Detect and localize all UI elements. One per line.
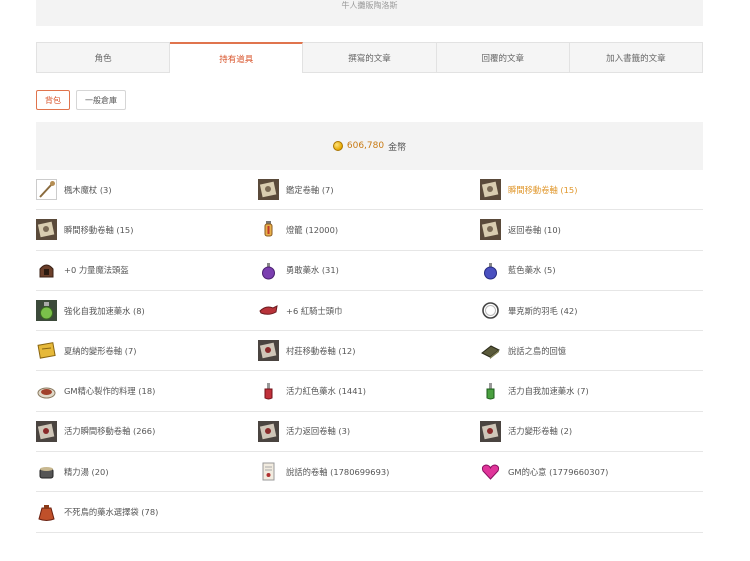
item-label: 活力自我加速藥水 (7) [508,386,589,397]
inventory-item[interactable]: 燈籠 (12000) [258,210,480,251]
item-label: 夏納的變形卷軸 (7) [64,345,137,356]
wand-icon [36,179,57,201]
bandana-icon [258,300,279,322]
inventory-item[interactable]: 返回卷軸 (10) [480,210,703,251]
item-label: +0 力量魔法頭盔 [64,265,129,276]
banner-text: 牛人攤販陶洛斯 [341,1,398,10]
inventory-item[interactable]: +6 紅騎士頭巾 [258,291,480,332]
item-label: 勇敢藥水 (31) [286,265,339,276]
dark-scroll-icon [480,420,501,442]
helmet-icon [36,259,57,281]
top-banner: 牛人攤販陶洛斯 [36,0,703,26]
inventory-item[interactable]: 活力瞬間移動卷軸 (266) [36,412,258,453]
tab-bookmarks[interactable]: 加入書籤的文章 [570,43,702,72]
tab-items[interactable]: 持有道具 [170,42,304,73]
green-jar-icon [36,300,57,322]
item-grid: 楓木魔杖 (3) 鑑定卷軸 (7) 瞬間移動卷軸 (15) 瞬間移動卷軸 (15) 燈籠… [36,170,703,533]
item-label: 活力變形卷軸 (2) [508,426,573,437]
red-potion-icon [258,380,279,402]
profile-tabs: 角色 持有道具 撰寫的文章 回覆的文章 加入書籤的文章 [36,42,703,73]
item-label: 說話之島的回憶 [508,345,567,356]
item-label: 精力湯 (20) [64,466,109,477]
feather-ring-icon [480,300,501,322]
pot-icon [36,461,57,483]
dark-scroll-icon [36,420,57,442]
tab-character[interactable]: 角色 [37,43,171,72]
item-label: 說話的卷軸 (1780699693) [286,466,390,477]
item-label: 返回卷軸 (10) [508,224,561,235]
inventory-item[interactable]: 活力返回卷軸 (3) [258,412,480,453]
item-label: 活力紅色藥水 (1441) [286,386,367,397]
book-icon [480,340,501,362]
inventory-item[interactable]: 強化自我加速藥水 (8) [36,291,258,332]
inventory-item[interactable]: 村莊移動卷軸 (12) [258,331,480,372]
heart-icon [480,461,501,483]
yellow-scroll-icon [36,340,57,362]
tab-replies[interactable]: 回覆的文章 [437,43,570,72]
item-label: 楓木魔杖 (3) [64,184,112,195]
scroll-icon [480,219,501,241]
item-label: 鑑定卷軸 (7) [286,184,334,195]
paper-scroll-icon [258,461,279,483]
item-label: 瞬間移動卷軸 (15) [64,224,134,235]
bag-icon [36,501,57,523]
tab-posts[interactable]: 撰寫的文章 [303,43,437,72]
dark-scroll-icon [258,340,279,362]
item-label: 不死鳥的藥水選擇袋 (78) [64,507,159,518]
scroll-icon [36,219,57,241]
inventory-item[interactable]: 說話之島的回憶 [480,331,703,372]
inventory-item[interactable]: 精力湯 (20) [36,452,258,493]
gold-unit: 金幣 [388,142,407,153]
empty-cell [480,492,703,533]
backpack-button[interactable]: 背包 [36,90,70,110]
item-label: +6 紅騎士頭巾 [286,305,343,316]
item-label: 瞬間移動卷軸 (15) [508,184,578,195]
inventory-item[interactable]: GM的心意 (1779660307) [480,452,703,493]
inventory-item[interactable]: +0 力量魔法頭盔 [36,251,258,291]
inventory-item[interactable]: 說話的卷軸 (1780699693) [258,452,480,493]
inventory-item[interactable]: 楓木魔杖 (3) [36,170,258,211]
inventory-item[interactable]: 不死鳥的藥水選擇袋 (78) [36,492,258,533]
item-label: 燈籠 (12000) [286,224,339,235]
inventory-item[interactable]: 鑑定卷軸 (7) [258,170,480,211]
storage-tabs: 背包 一般倉庫 [36,90,126,110]
green-potion-icon [480,380,501,402]
inventory-item[interactable]: GM精心製作的料理 (18) [36,371,258,412]
item-label: 活力瞬間移動卷軸 (266) [64,426,156,437]
warehouse-button[interactable]: 一般倉庫 [76,90,126,110]
dish-icon [36,380,57,402]
inventory-item[interactable]: 瞬間移動卷軸 (15) [480,170,703,211]
inventory-item[interactable]: 勇敢藥水 (31) [258,251,480,291]
inventory-item[interactable]: 夏納的變形卷軸 (7) [36,331,258,372]
inventory-item[interactable]: 活力變形卷軸 (2) [480,412,703,453]
scroll-icon [480,179,501,201]
item-label: 村莊移動卷軸 (12) [286,345,356,356]
item-label: 畢克斯的羽毛 (42) [508,305,578,316]
item-label: 藍色藥水 (5) [508,265,556,276]
inventory-item[interactable]: 活力紅色藥水 (1441) [258,371,480,412]
blue-potion-icon [480,259,501,281]
item-label: 強化自我加速藥水 (8) [64,305,145,316]
inventory-item[interactable]: 畢克斯的羽毛 (42) [480,291,703,332]
inventory-item[interactable]: 活力自我加速藥水 (7) [480,371,703,412]
item-label: GM精心製作的料理 (18) [64,386,156,397]
lantern-icon [258,219,279,241]
item-label: 活力返回卷軸 (3) [286,426,351,437]
gold-amount: 606,780 [346,141,385,151]
scroll-icon [258,179,279,201]
empty-cell [258,492,480,533]
inventory-item[interactable]: 瞬間移動卷軸 (15) [36,210,258,251]
inventory-item[interactable]: 藍色藥水 (5) [480,251,703,291]
purple-potion-icon [258,259,279,281]
dark-scroll-icon [258,420,279,442]
gold-summary: 606,780 金幣 [36,122,703,170]
item-label: GM的心意 (1779660307) [508,466,609,477]
coin-icon [332,141,343,151]
